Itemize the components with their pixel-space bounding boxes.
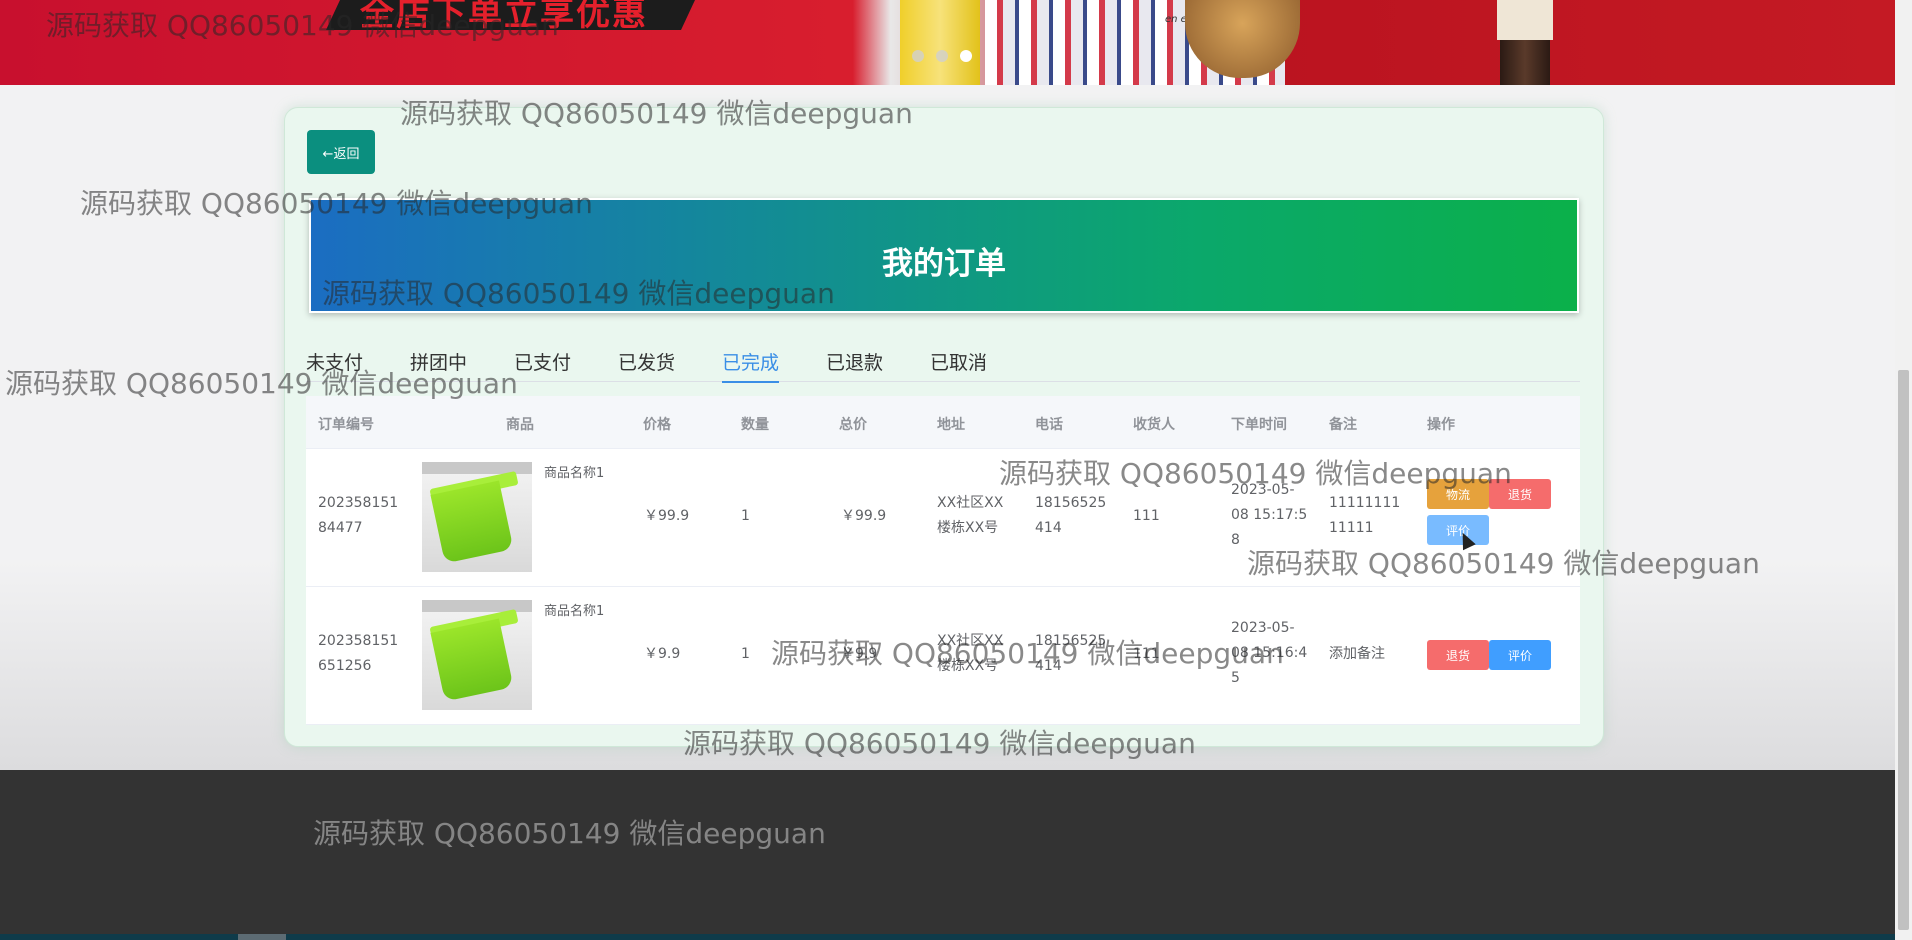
page-footer [0,770,1895,940]
tab-unpaid[interactable]: 未支付 [306,348,363,375]
add-note-link[interactable]: 添加备注 [1329,642,1385,667]
price: ￥9.9 [644,646,681,662]
order-time-line: 5 [1231,670,1240,686]
column-header-price: 价格 [643,417,671,433]
carousel-dot-1[interactable] [912,50,924,62]
address-line: XX社区XX [937,633,1004,649]
tab-group-buying[interactable]: 拼团中 [410,348,467,375]
product-image-bin [430,480,514,564]
promo-text: 全店下单立享优惠 [360,0,648,34]
address-line: 楼栋XX号 [937,520,999,536]
product-name[interactable]: 商品名称1 [544,599,604,624]
footer-strip-mark [238,934,286,940]
tab-paid[interactable]: 已支付 [514,348,571,375]
tab-cancelled[interactable]: 已取消 [930,348,987,375]
order-status-tabs: 未支付 拼团中 已支付 已发货 已完成 已退款 已取消 [306,344,1580,383]
product-image-bin [430,618,514,702]
banner-bottle-label [1497,0,1553,40]
note: 11111111 11111 [1329,491,1400,541]
column-header-product: 商品 [506,417,534,433]
column-header-order-no: 订单编号 [318,417,374,433]
order-time-line: 2023-05- [1231,482,1295,498]
column-header-order-time: 下单时间 [1231,417,1287,433]
address-line: XX社区XX [937,495,1004,511]
address: XX社区XX 楼栋XX号 [937,491,1003,541]
logistics-button[interactable]: 物流 [1427,479,1489,509]
tab-shipped[interactable]: 已发货 [618,348,675,375]
phone-line: 414 [1035,658,1062,674]
return-button[interactable]: 退货 [1427,640,1489,670]
product-name[interactable]: 商品名称1 [544,461,604,486]
order-time: 2023-05- 08 15:16:4 5 [1231,616,1307,691]
order-number-line: 651256 [318,658,372,674]
order-number-line: 84477 [318,520,363,536]
order-time-line: 2023-05- [1231,620,1295,636]
order-number-line: 202358151 [318,633,399,649]
price: ￥99.9 [644,508,690,524]
product-image[interactable] [422,600,532,710]
receiver: 111 [1133,508,1160,524]
tab-refunded[interactable]: 已退款 [826,348,883,375]
column-header-actions: 操作 [1427,417,1455,433]
column-header-qty: 数量 [741,417,769,433]
carousel-dot-2[interactable] [936,50,948,62]
product-image[interactable] [422,462,532,572]
order-time-line: 08 15:17:5 [1231,507,1308,523]
phone: 18156525 414 [1035,491,1106,541]
tab-completed[interactable]: 已完成 [722,348,780,383]
order-number: 202358151 84477 [318,491,398,541]
total-price: ￥9.9 [841,646,878,662]
review-button[interactable]: 评价 [1489,640,1551,670]
quantity: 1 [741,508,750,524]
address: XX社区XX 楼栋XX号 [937,629,1003,679]
scrollbar-thumb[interactable] [1898,370,1909,930]
order-time-line: 8 [1231,532,1240,548]
return-button[interactable]: 退货 [1489,479,1551,509]
address-line: 楼栋XX号 [937,658,999,674]
column-header-phone: 电话 [1035,417,1063,433]
column-header-note: 备注 [1329,417,1357,433]
table-row: 202358151 651256 商品名称1 ￥9.9 1 ￥9.9 XX社区X… [306,587,1580,725]
table-header: 订单编号 商品 价格 数量 总价 地址 电话 收货人 下单时间 备注 操作 [306,396,1580,449]
back-button[interactable]: ←返回 [307,130,375,174]
column-header-total: 总价 [839,417,867,433]
carousel-dots [912,50,972,62]
quantity: 1 [741,646,750,662]
order-time: 2023-05- 08 15:17:5 8 [1231,478,1307,553]
note-line: 11111111 [1329,495,1401,511]
carousel-dot-3[interactable] [960,50,972,62]
order-time-line: 08 15:16:4 [1231,645,1308,661]
page-scrollbar[interactable] [1895,0,1912,940]
phone-line: 414 [1035,520,1062,536]
phone-line: 18156525 [1035,495,1107,511]
total-price: ￥99.9 [841,508,887,524]
phone: 18156525 414 [1035,629,1106,679]
promo-banner[interactable]: 全店下单立享优惠 en ecoutant la p [0,0,1895,85]
column-header-address: 地址 [937,417,965,433]
table-row: 202358151 84477 商品名称1 ￥99.9 1 ￥99.9 XX社区… [306,449,1580,587]
column-header-receiver: 收货人 [1133,417,1175,433]
order-number-line: 202358151 [318,495,399,511]
page-title-banner: 我的订单 [309,198,1579,313]
receiver: 111 [1133,646,1160,662]
banner-product-can [900,0,980,85]
page-title: 我的订单 [882,246,1006,282]
phone-line: 18156525 [1035,633,1107,649]
order-number: 202358151 651256 [318,629,398,679]
note-line: 11111 [1329,520,1374,536]
